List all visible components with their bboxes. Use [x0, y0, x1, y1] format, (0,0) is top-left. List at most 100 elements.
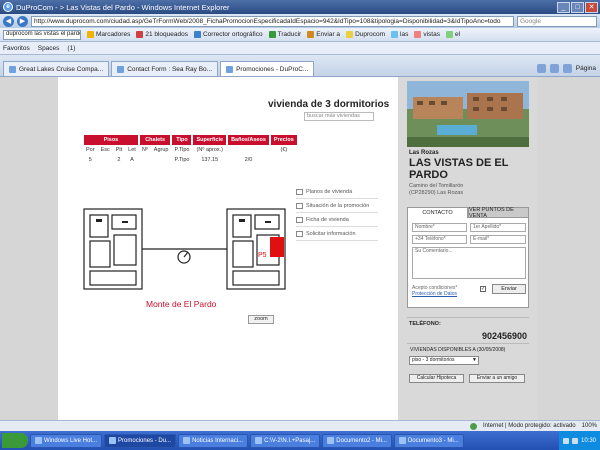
- contact-form: Nombre* 1er Apellido* +34 Teléfono* E-ma…: [407, 218, 529, 308]
- listing-action[interactable]: Ficha de vivienda: [296, 213, 378, 227]
- address-bar: ◀ ▶ http://www.duprocom.com/ciudad.asp/G…: [0, 14, 600, 28]
- network-icon[interactable]: [562, 437, 569, 444]
- taskbar-item[interactable]: Windows Live Hot...: [30, 433, 103, 448]
- toolbar-item[interactable]: 21 bloqueados: [136, 31, 188, 38]
- print-icon[interactable]: [562, 64, 572, 73]
- specs-header: Superficie: [193, 135, 227, 145]
- name-field[interactable]: Nombre*: [412, 223, 467, 232]
- privacy-link[interactable]: Protección de Datos: [412, 291, 457, 297]
- taskbar-item[interactable]: Promociones - Du...: [104, 433, 177, 448]
- tab-points-of-sale[interactable]: VER PUNTOS DE VENTA: [468, 207, 529, 219]
- highlight-icon: [414, 31, 422, 38]
- toolbar-item[interactable]: Corrector ortográfico: [193, 31, 263, 38]
- feed-icon[interactable]: [549, 64, 559, 73]
- translate-icon: [268, 31, 276, 38]
- tab-contact[interactable]: CONTACTO: [407, 207, 468, 218]
- app-icon: [183, 437, 191, 444]
- home-icon[interactable]: [536, 64, 546, 73]
- tab-tools: Página: [536, 64, 600, 76]
- plan-title: Monte de El Pardo: [146, 299, 217, 309]
- browser-tab[interactable]: Great Lakes Cruise Compa...: [3, 61, 110, 76]
- taskbar-item-label: Noticias Internaci...: [192, 437, 244, 444]
- listing-action[interactable]: Situación de la promoción: [296, 199, 378, 213]
- specs-header: Pisos: [84, 135, 138, 145]
- toolbar-search-input[interactable]: duprocom las vistas el pardo: [3, 29, 81, 40]
- app-icon: [398, 437, 406, 444]
- toolbar-item-label: 21 bloqueados: [145, 31, 188, 38]
- specs-header: Baños/Aseos: [228, 135, 269, 145]
- highlight-icon: [346, 31, 354, 38]
- toolbar-item-label: el: [454, 31, 461, 38]
- toolbar-item[interactable]: Traducir: [268, 31, 301, 38]
- property-photo[interactable]: [407, 81, 529, 147]
- toolbar-item[interactable]: el: [445, 31, 461, 38]
- maximize-button[interactable]: □: [571, 1, 584, 13]
- toolbar-item[interactable]: las: [391, 31, 408, 38]
- notifications-link[interactable]: (1): [67, 45, 75, 52]
- specs-value: 2/0: [244, 157, 253, 163]
- specs-subheader: Por: [86, 147, 95, 153]
- toolbar-item[interactable]: Marcadores: [87, 31, 130, 38]
- taskbar-item[interactable]: Documento2 - Mi...: [322, 433, 392, 448]
- favorites-link[interactable]: Favoritos: [3, 45, 30, 52]
- spaces-link[interactable]: Spaces: [38, 45, 60, 52]
- comment-field[interactable]: Su Comentario...: [412, 247, 526, 279]
- send-button[interactable]: Enviar: [492, 284, 526, 294]
- contact-tabs: CONTACTO VER PUNTOS DE VENTA: [407, 207, 529, 219]
- zoom-button[interactable]: zoom: [248, 315, 274, 324]
- zoom-level[interactable]: 100%: [582, 423, 597, 429]
- web-page: vivienda de 3 dormitorios buscar más viv…: [58, 77, 538, 420]
- browser-tab[interactable]: Contact Form : Sea Ray Bo...: [111, 61, 219, 76]
- floor-plan[interactable]: P5: [82, 205, 287, 295]
- toolbar-item-label: vistas: [423, 31, 440, 38]
- highlight-icon: [391, 31, 399, 38]
- specs-subheader: Agrup: [153, 147, 169, 153]
- toolbar-item[interactable]: Enviar a: [307, 31, 340, 38]
- mail-icon: [296, 230, 303, 237]
- taskbar-item[interactable]: Noticias Internaci...: [178, 433, 249, 448]
- accept-checkbox[interactable]: ✓: [480, 286, 486, 292]
- specs-value: 5: [88, 157, 92, 163]
- home-type-select[interactable]: piso - 3 dormitorios ▼: [409, 356, 479, 365]
- document-icon: [296, 216, 303, 223]
- taskbar-item-label: C:\V-2\N.I.+Pasaj...: [264, 437, 316, 444]
- close-button[interactable]: ✕: [585, 1, 598, 13]
- browser-tab[interactable]: Promociones - DuProC...: [220, 61, 315, 76]
- listing-action[interactable]: Planos de vivienda: [296, 185, 378, 199]
- floorplan-icon: [296, 188, 303, 195]
- listing-action[interactable]: Solicitar información: [296, 227, 378, 241]
- plan-unit-label: P5: [258, 252, 267, 259]
- toolbar-item[interactable]: vistas: [414, 31, 440, 38]
- internet-zone-icon: [470, 422, 478, 430]
- back-button[interactable]: ◀: [3, 15, 14, 27]
- specs-value: [152, 155, 171, 165]
- specs-subheader-row: Por Esc Plt Let Nº Agrup P.Tipo (Nº aprox.) (€): [84, 145, 297, 155]
- forward-button[interactable]: ▶: [17, 15, 28, 27]
- phone-field[interactable]: +34 Teléfono*: [412, 235, 467, 244]
- start-button[interactable]: [2, 433, 28, 448]
- app-icon: [109, 437, 117, 444]
- status-bar: Internet | Modo protegido: activado 100%: [0, 420, 600, 431]
- taskbar-item-label: Windows Live Hot...: [44, 437, 98, 444]
- surname-field[interactable]: 1er Apellido*: [470, 223, 526, 232]
- send-friend-button[interactable]: Enviar a un amigo: [469, 374, 525, 383]
- taskbar-item-label: Promociones - Du...: [118, 437, 172, 444]
- window-controls: _ □ ✕: [557, 1, 598, 13]
- search-input[interactable]: Google: [517, 15, 597, 27]
- volume-icon[interactable]: [571, 437, 578, 444]
- taskbar-item[interactable]: Documento3 - Mi...: [393, 433, 464, 448]
- phone-placeholder: Teléfono*: [424, 236, 446, 242]
- page-menu[interactable]: Página: [576, 65, 596, 72]
- taskbar-items: Windows Live Hot... Promociones - Du... No…: [30, 433, 464, 448]
- specs-subheader: (€): [280, 147, 288, 153]
- taskbar-item[interactable]: C:\V-2\N.I.+Pasaj...: [250, 433, 321, 448]
- toolbar-item-label: Enviar a: [316, 31, 341, 38]
- email-field[interactable]: E-mail*: [470, 235, 526, 244]
- toolbar-item[interactable]: Duprocom: [346, 31, 385, 38]
- property-name: LAS VISTAS DE EL PARDO: [409, 157, 509, 181]
- mortgage-button[interactable]: Calcular Hipoteca: [409, 374, 464, 383]
- specs-value: 137.15: [201, 157, 219, 163]
- more-homes-search[interactable]: buscar más viviendas: [304, 112, 374, 121]
- url-input[interactable]: http://www.duprocom.com/ciudad.asp/GeTrF…: [31, 15, 514, 27]
- minimize-button[interactable]: _: [557, 1, 570, 13]
